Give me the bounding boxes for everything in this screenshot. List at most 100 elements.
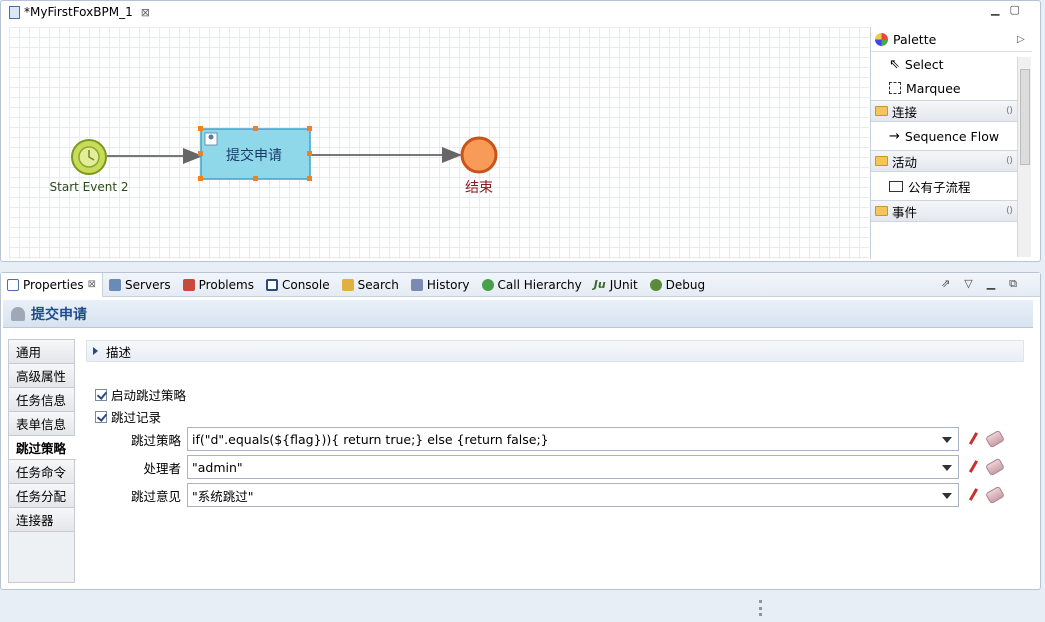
clear-eraser-icon[interactable] — [985, 429, 1005, 449]
field-label: 跳过意见 — [130, 488, 181, 504]
skip-strategy-combo[interactable]: if("d".equals(${flag})){ return true;} e… — [187, 427, 959, 451]
view-toolbar: ⇗ ▽ ▁ ⧉ — [941, 277, 1017, 291]
dropdown-arrow-icon[interactable] — [942, 493, 952, 499]
console-icon — [265, 278, 278, 291]
marquee-icon — [889, 82, 901, 94]
tab-history[interactable]: History — [405, 273, 476, 297]
minimize-icon[interactable]: ▁ — [991, 3, 999, 16]
dropdown-arrow-icon[interactable] — [942, 437, 952, 443]
checkbox-checked[interactable] — [95, 410, 107, 423]
handler-field: 处理者 "admin" — [91, 455, 1011, 479]
resize-grip-icon[interactable] — [759, 600, 762, 616]
diagram-file-icon — [9, 5, 20, 19]
palette-drawer-activities[interactable]: 活动 ⟨⟩ — [871, 150, 1017, 172]
close-icon[interactable]: ⊠ — [88, 279, 96, 290]
tab-search[interactable]: Search — [336, 273, 405, 297]
tab-label: Problems — [198, 277, 254, 292]
palette-drawer-connections[interactable]: 连接 ⟨⟩ — [871, 100, 1017, 122]
palette-tool-label: Select — [904, 56, 944, 72]
tab-label: Debug — [665, 277, 706, 292]
palette: Palette ▷ ⇖ Select Marquee 连接 ⟨⟩ → Seque… — [870, 27, 1032, 259]
sidebar-item-form-info[interactable]: 表单信息 — [9, 412, 74, 436]
tab-debug[interactable]: Debug — [644, 273, 711, 297]
skip-record-checkbox[interactable]: 跳过记录 — [95, 407, 161, 426]
sidebar-item-connector[interactable]: 连接器 — [9, 508, 74, 532]
views-panel: Properties ⊠ Servers Problems Console Se… — [0, 272, 1041, 590]
folder-icon — [875, 156, 888, 166]
start-event[interactable] — [71, 139, 107, 175]
skip-opinion-combo[interactable]: "系统跳过" — [187, 483, 959, 507]
restore-icon[interactable]: ⧉ — [1009, 277, 1017, 291]
palette-scrollbar[interactable] — [1017, 57, 1031, 257]
drawer-label: 活动 — [892, 154, 918, 170]
field-label: 处理者 — [143, 460, 181, 476]
tab-console[interactable]: Console — [260, 273, 336, 297]
checkbox-label: 跳过记录 — [111, 410, 162, 425]
tab-label: Console — [281, 277, 330, 292]
palette-tool-select[interactable]: ⇖ Select — [871, 52, 1032, 76]
pin-icon[interactable]: ⟨⟩ — [1006, 156, 1013, 166]
clear-eraser-icon[interactable] — [985, 485, 1005, 505]
tab-label: JUnit — [609, 277, 638, 292]
edit-pencil-icon[interactable] — [967, 432, 981, 446]
palette-tool-marquee[interactable]: Marquee — [871, 76, 1032, 100]
tab-problems[interactable]: Problems — [177, 273, 260, 297]
view-menu-icon[interactable]: ▽ — [964, 277, 972, 291]
tab-properties[interactable]: Properties ⊠ — [1, 272, 104, 297]
sidebar-item-task-info[interactable]: 任务信息 — [9, 388, 74, 412]
palette-tool-label: Marquee — [906, 80, 961, 96]
clear-eraser-icon[interactable] — [985, 457, 1005, 477]
junit-icon: Ju — [593, 278, 606, 291]
enable-skip-checkbox[interactable]: 启动跳过策略 — [95, 385, 186, 404]
sidebar-item-general[interactable]: 通用 — [9, 340, 74, 364]
palette-drawer-events[interactable]: 事件 ⟨⟩ — [871, 200, 1017, 222]
flow-arrow-icon: → — [889, 128, 900, 144]
user-task-icon — [11, 306, 25, 321]
edit-pencil-icon[interactable] — [967, 460, 981, 474]
edit-pencil-icon[interactable] — [967, 488, 981, 502]
minimize-icon[interactable]: ▁ — [987, 277, 995, 291]
start-event-label: Start Event 2 — [49, 180, 129, 194]
pin-editor-icon[interactable]: ⇗ — [941, 277, 950, 291]
tab-junit[interactable]: Ju JUnit — [588, 273, 644, 297]
checkbox-checked[interactable] — [95, 388, 107, 401]
palette-tool-label: Sequence Flow — [904, 128, 1000, 144]
palette-icon — [875, 32, 888, 46]
servers-icon — [109, 278, 122, 291]
sidebar-item-advanced[interactable]: 高级属性 — [9, 364, 74, 388]
properties-title: 提交申请 — [31, 306, 87, 323]
pin-icon[interactable]: ⟨⟩ — [1006, 106, 1013, 116]
history-icon — [410, 278, 423, 291]
maximize-icon[interactable]: ▢ — [1009, 3, 1019, 16]
diagram-editor: *MyFirstFoxBPM_1 ⊠ ▁ ▢ 提交申请 Start Event … — [0, 0, 1041, 262]
dropdown-arrow-icon[interactable] — [942, 465, 952, 471]
field-label: 跳过策略 — [130, 432, 181, 448]
drawer-label: 连接 — [892, 104, 918, 120]
close-icon[interactable]: ⊠ — [141, 6, 150, 19]
description-section[interactable]: 描述 — [86, 340, 1024, 362]
palette-collapse-icon[interactable]: ▷ — [1017, 34, 1025, 45]
sidebar-item-task-command[interactable]: 任务命令 — [9, 460, 74, 484]
palette-header[interactable]: Palette ▷ — [871, 27, 1032, 52]
sidebar-item-skip-strategy[interactable]: 跳过策略 — [9, 436, 77, 460]
expand-triangle-icon[interactable] — [93, 347, 98, 355]
sidebar-item-task-assignment[interactable]: 任务分配 — [9, 484, 74, 508]
handler-combo[interactable]: "admin" — [187, 455, 959, 479]
editor-window-controls: ▁ ▢ — [991, 3, 1020, 16]
palette-title: Palette — [893, 31, 937, 47]
pin-icon[interactable]: ⟨⟩ — [1006, 206, 1013, 216]
editor-tab[interactable]: *MyFirstFoxBPM_1 ⊠ — [3, 2, 156, 22]
tab-call-hierarchy[interactable]: Call Hierarchy — [476, 273, 588, 297]
diagram-canvas[interactable]: 提交申请 Start Event 2 结束 — [9, 27, 869, 259]
properties-sidebar: 通用 高级属性 任务信息 表单信息 跳过策略 任务命令 任务分配 连接器 — [8, 339, 77, 583]
editor-tab-title: *MyFirstFoxBPM_1 — [24, 5, 133, 19]
end-event[interactable] — [460, 136, 498, 174]
folder-icon — [875, 206, 888, 216]
combo-value: "系统跳过" — [192, 488, 254, 504]
scrollbar-thumb[interactable] — [1020, 69, 1030, 165]
palette-tool-sequence-flow[interactable]: → Sequence Flow — [871, 122, 1032, 150]
end-event-label: 结束 — [465, 180, 493, 196]
tab-servers[interactable]: Servers — [103, 273, 177, 297]
palette-tool-subprocess[interactable]: 公有子流程 — [871, 172, 1032, 200]
properties-icon — [7, 278, 19, 291]
